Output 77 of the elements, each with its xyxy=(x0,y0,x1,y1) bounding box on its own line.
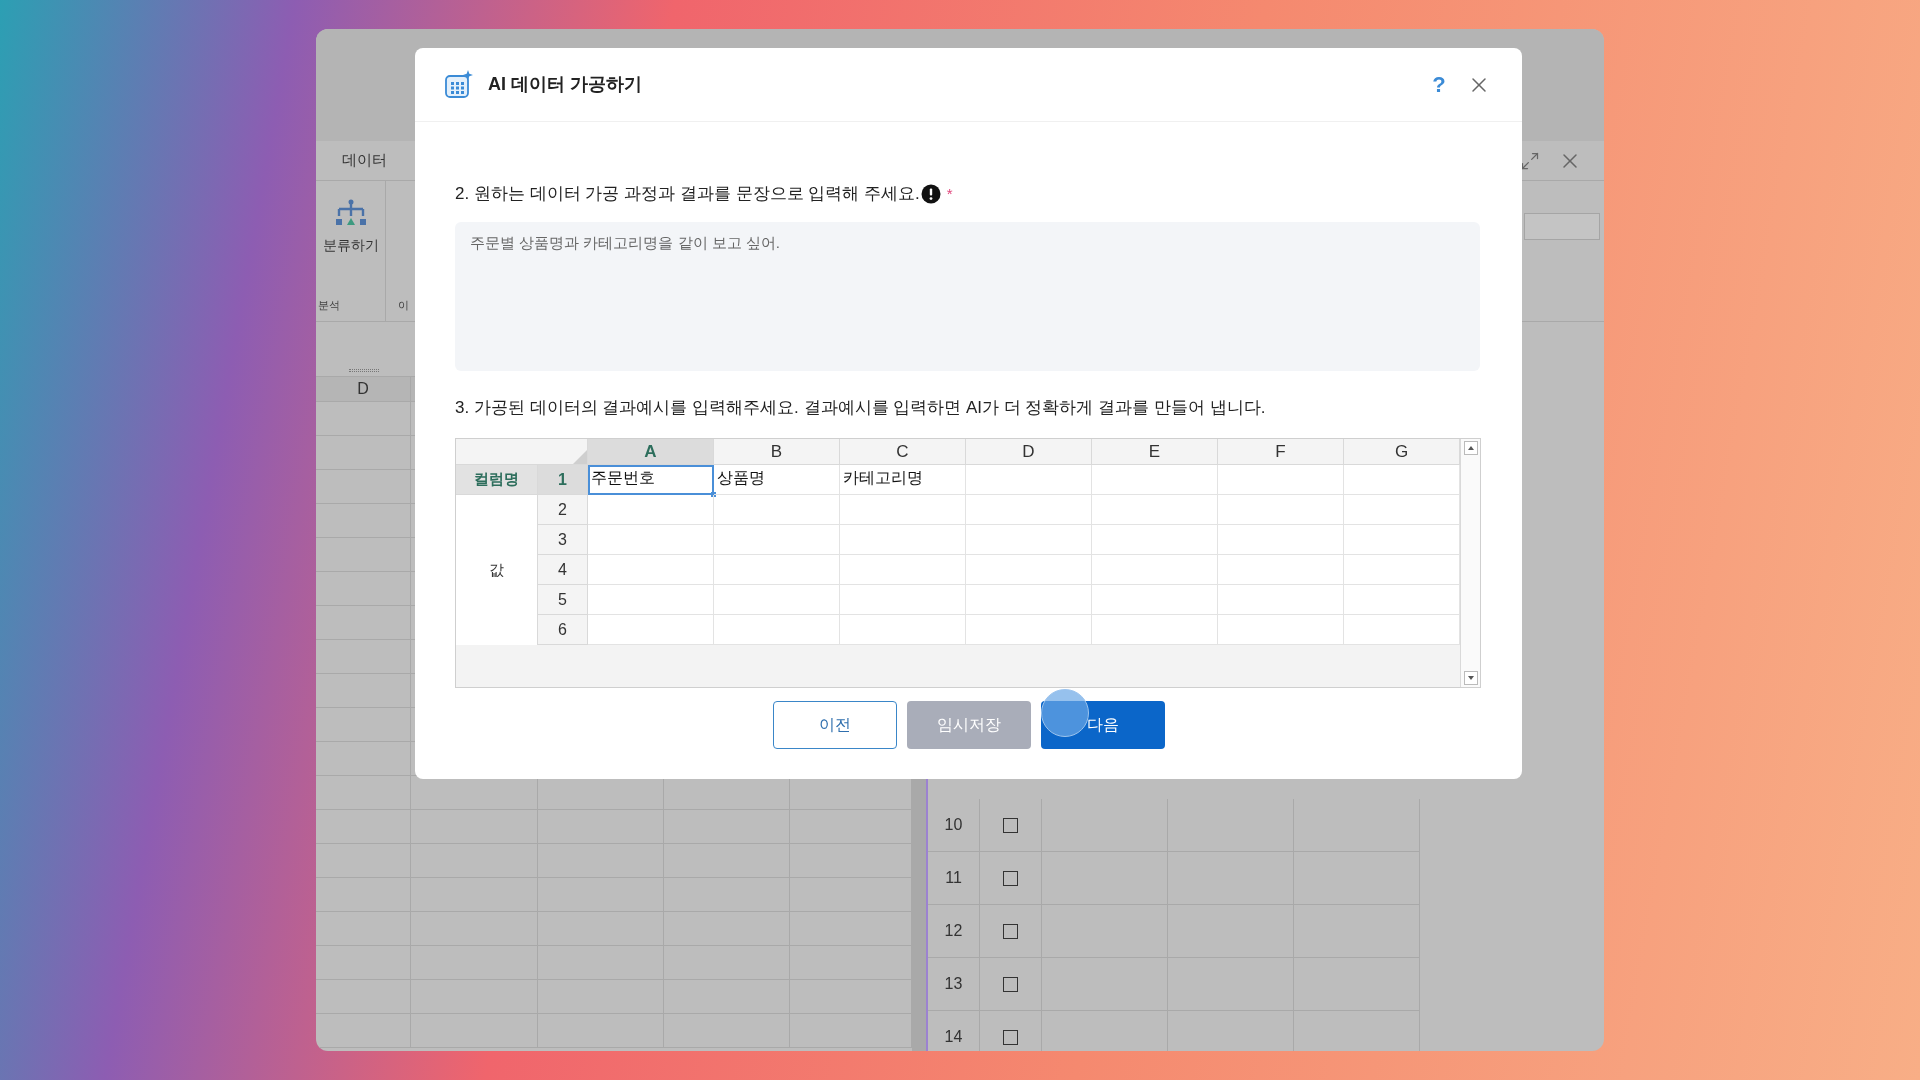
row-number[interactable]: 5 xyxy=(538,585,588,615)
column-header[interactable]: D xyxy=(316,377,411,401)
ribbon-group-label: 이 xyxy=(398,297,410,313)
row-number[interactable]: 3 xyxy=(538,525,588,555)
sheet-cell[interactable] xyxy=(1218,525,1344,555)
row-number: 10 xyxy=(928,799,980,852)
sheet-cell[interactable] xyxy=(1218,465,1344,495)
sheet-cell[interactable] xyxy=(840,555,966,585)
column-header[interactable]: E xyxy=(1092,439,1218,465)
scroll-up-icon[interactable] xyxy=(1463,441,1478,455)
sheet-cell[interactable] xyxy=(1092,555,1218,585)
exclamation-icon[interactable] xyxy=(920,183,941,204)
question-label: 3. 가공된 데이터의 결과예시를 입력해주세요. 결과예시를 입력하면 AI가 더 정확하게 결과를 만들어 냅니다. xyxy=(455,396,1267,419)
click-indicator xyxy=(1041,689,1089,737)
row-number[interactable]: 6 xyxy=(538,615,588,645)
select-all-corner[interactable] xyxy=(538,439,588,465)
sheet-cell[interactable] xyxy=(1218,495,1344,525)
corner-triangle-icon xyxy=(573,450,587,464)
sheet-cell[interactable] xyxy=(840,525,966,555)
ribbon-group-label: 분석 xyxy=(318,297,341,313)
sheet-cell[interactable] xyxy=(714,495,840,525)
sheet-cell[interactable] xyxy=(1092,525,1218,555)
row-checkbox[interactable] xyxy=(1003,870,1018,886)
sheet-cell[interactable] xyxy=(966,585,1092,615)
sheet-cell[interactable] xyxy=(966,495,1092,525)
description-textarea[interactable]: 주문별 상품명과 카테고리명을 같이 보고 싶어. xyxy=(455,221,1480,371)
classify-button[interactable]: 분류하기 xyxy=(316,199,385,256)
grid-sparkle-icon xyxy=(443,68,475,101)
row-number: 11 xyxy=(928,852,980,905)
sheet-cell[interactable] xyxy=(1092,585,1218,615)
sheet-cell[interactable] xyxy=(966,555,1092,585)
sheet-cell[interactable] xyxy=(588,525,714,555)
sheet-cell[interactable] xyxy=(714,585,840,615)
row-checkbox[interactable] xyxy=(1003,817,1018,833)
row-number: 13 xyxy=(928,958,980,1011)
sheet-cell[interactable] xyxy=(1092,465,1218,495)
sheet-cell[interactable] xyxy=(1218,555,1344,585)
column-header[interactable]: F xyxy=(1218,439,1344,465)
previous-button[interactable]: 이전 xyxy=(772,701,897,749)
column-name-label: 컬럼명 xyxy=(456,465,538,495)
sheet-cell[interactable] xyxy=(714,555,840,585)
column-header[interactable]: G xyxy=(1344,439,1460,465)
column-header[interactable]: B xyxy=(714,439,840,465)
sheet-cell[interactable] xyxy=(588,495,714,525)
scroll-down-icon[interactable] xyxy=(1463,671,1478,685)
sheet-cell[interactable] xyxy=(588,555,714,585)
splitter-handle[interactable] xyxy=(349,369,379,372)
sheet-cell[interactable] xyxy=(966,465,1092,495)
fill-handle[interactable] xyxy=(711,492,716,497)
ribbon-tab[interactable]: 데이터 xyxy=(342,149,387,172)
sheet-cell[interactable] xyxy=(588,585,714,615)
row-number: 12 xyxy=(928,905,980,958)
row-checkbox[interactable] xyxy=(1003,1029,1018,1045)
sheet-cell[interactable] xyxy=(1218,585,1344,615)
row-number: 14 xyxy=(928,1011,980,1051)
help-button[interactable]: ? xyxy=(1424,69,1454,100)
dialog-title: AI 데이터 가공하기 xyxy=(488,73,642,96)
question-label: 2. 원하는 데이터 가공 과정과 결과를 문장으로 입력해 주세요. xyxy=(455,183,920,205)
column-header[interactable]: D xyxy=(966,439,1092,465)
input-field[interactable] xyxy=(1524,213,1600,240)
column-header[interactable]: C xyxy=(840,439,966,465)
sheet-cell[interactable] xyxy=(714,525,840,555)
sheet-cell[interactable] xyxy=(966,525,1092,555)
row-checkbox[interactable] xyxy=(1003,976,1018,992)
row-number[interactable]: 2 xyxy=(538,495,588,525)
column-header[interactable]: A xyxy=(588,439,714,465)
sheet-cell[interactable] xyxy=(1092,495,1218,525)
row-number[interactable]: 4 xyxy=(538,555,588,585)
row-checkbox[interactable] xyxy=(1003,923,1018,939)
sheet-cell[interactable] xyxy=(840,495,966,525)
sheet-cell[interactable]: 카테고리명 xyxy=(840,465,966,495)
sheet-cell[interactable]: 상품명 xyxy=(714,465,840,495)
row-number[interactable]: 1 xyxy=(538,465,588,495)
sheet-cell[interactable]: 주문번호 xyxy=(588,465,714,495)
sheet-cell[interactable] xyxy=(840,585,966,615)
required-mark: * xyxy=(946,183,953,204)
scrollbar[interactable] xyxy=(1460,439,1480,687)
